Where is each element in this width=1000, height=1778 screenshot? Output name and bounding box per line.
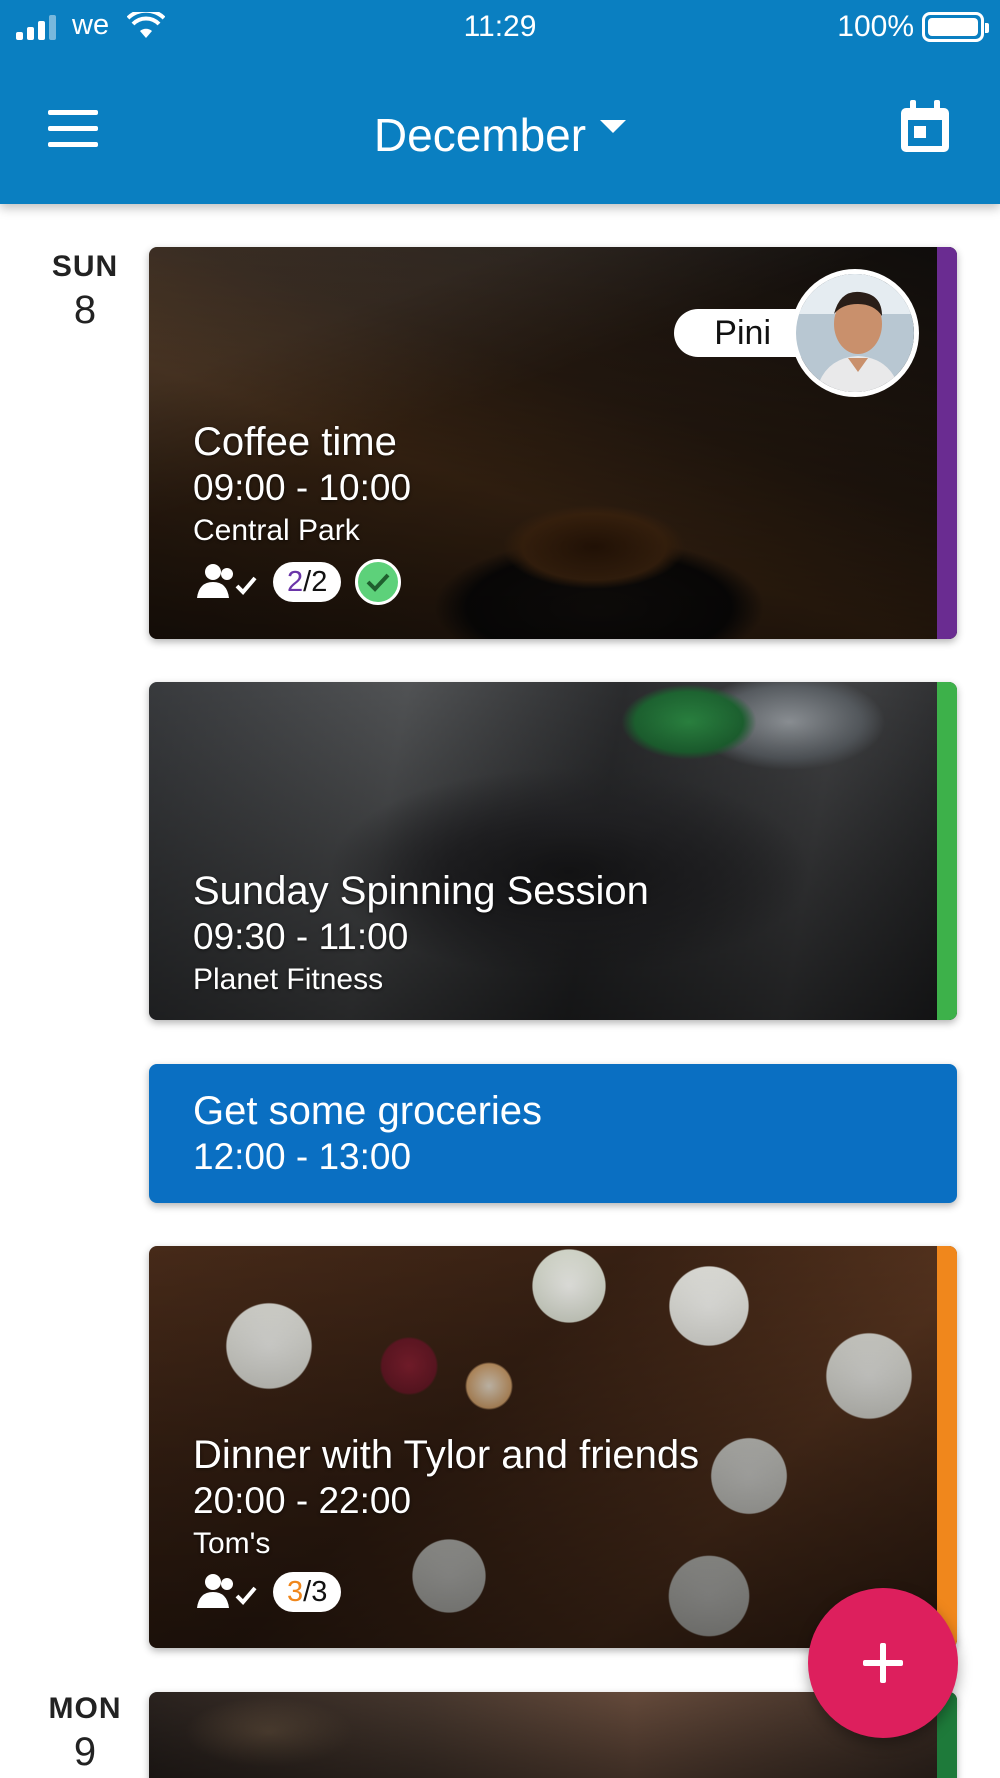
- day-of-week: MON: [48, 1692, 122, 1725]
- battery-percent: 100%: [837, 10, 914, 43]
- event-time: 20:00 - 22:00: [193, 1480, 412, 1521]
- event-color-strip: [937, 1246, 957, 1648]
- event-title: Coffee time: [193, 420, 397, 464]
- accepted-count: 3: [287, 1576, 304, 1608]
- plus-icon: [863, 1643, 903, 1683]
- app-bar: we 11:29 100% December: [0, 0, 1000, 204]
- event-title: Dinner with Tylor and friends: [193, 1433, 700, 1477]
- event-location: Planet Fitness: [193, 963, 384, 996]
- event-time: 12:00 - 13:00: [193, 1136, 412, 1177]
- event-card-dinner[interactable]: Dinner with Tylor and friends 20:00 - 22…: [149, 1246, 957, 1648]
- total-count: 2: [311, 566, 328, 598]
- add-event-button[interactable]: [808, 1588, 958, 1738]
- person-photo: [796, 274, 914, 392]
- event-color-strip: [937, 682, 957, 1020]
- event-location: Central Park: [193, 514, 360, 547]
- attendance-count: 3/3: [273, 1572, 342, 1612]
- day-number: 9: [73, 1730, 97, 1774]
- accepted-count: 2: [287, 566, 304, 598]
- day-number: 8: [73, 288, 97, 332]
- month-selector[interactable]: December: [0, 108, 1000, 162]
- total-count: 3: [311, 1576, 328, 1608]
- battery-icon: [922, 12, 989, 42]
- event-title: Sunday Spinning Session: [193, 869, 649, 913]
- attendance-count: 2/2: [273, 562, 342, 602]
- avatar: [791, 269, 919, 397]
- event-time: 09:30 - 11:00: [193, 916, 409, 957]
- check-icon: [355, 559, 402, 605]
- event-location: Tom's: [193, 1527, 271, 1560]
- day-label-mon: MON 9: [20, 1692, 150, 1775]
- event-title: Get some groceries: [193, 1089, 543, 1133]
- event-card-spinning[interactable]: Sunday Spinning Session 09:30 - 11:00 Pl…: [149, 682, 957, 1020]
- group-check-icon: [197, 564, 257, 598]
- month-title: December: [373, 109, 587, 161]
- status-bar: we 11:29 100%: [0, 0, 1000, 56]
- group-check-icon: [197, 1574, 257, 1608]
- event-card-coffee[interactable]: Pini Coffee time 09:00 - 10:00 Central P…: [149, 247, 957, 639]
- dropdown-caret-icon: [600, 120, 627, 134]
- day-of-week: SUN: [51, 250, 119, 283]
- event-time: 09:00 - 10:00: [193, 467, 412, 508]
- calendar-icon[interactable]: [898, 98, 952, 154]
- host-badge[interactable]: Pini: [674, 269, 919, 397]
- event-card-groceries[interactable]: Get some groceries 12:00 - 13:00: [149, 1064, 957, 1203]
- day-label-sun: SUN 8: [20, 250, 150, 333]
- event-color-strip: [937, 247, 957, 639]
